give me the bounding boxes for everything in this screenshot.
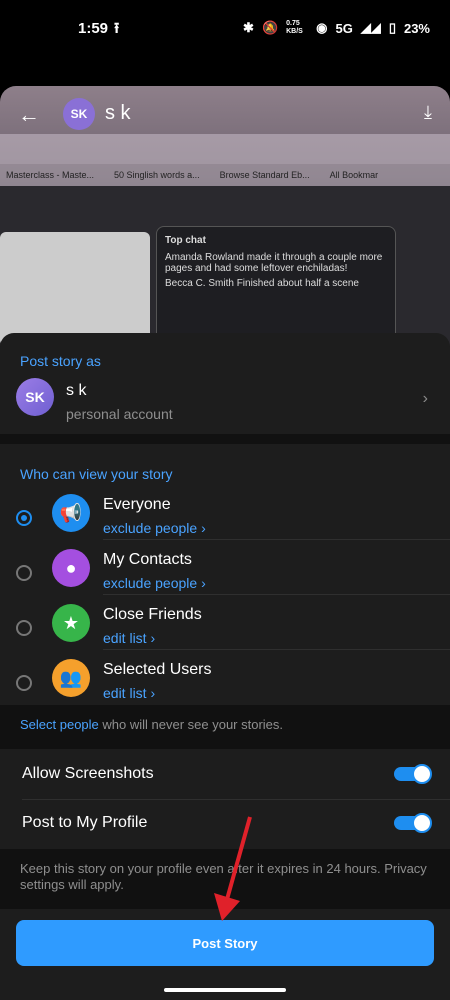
group-icon: 👥 xyxy=(52,659,90,697)
audience-title: Who can view your story xyxy=(20,466,173,482)
radio-my-contacts[interactable] xyxy=(16,565,32,581)
star-icon: ★ xyxy=(52,604,90,642)
battery-icon: ▯ xyxy=(388,20,396,35)
top-chat-title: Top chat xyxy=(165,235,206,246)
upload-icon: ⭱ xyxy=(114,20,120,37)
note-text: who will never see your stories. xyxy=(98,717,284,732)
allow-screenshots-toggle[interactable] xyxy=(394,764,432,784)
row-divider xyxy=(103,539,450,540)
chevron-right-icon: › xyxy=(422,390,428,407)
account-row[interactable]: SK s k personal account › xyxy=(0,378,450,432)
row-divider xyxy=(103,594,450,595)
section-divider xyxy=(0,434,450,444)
radio-selected-users[interactable] xyxy=(16,675,32,691)
option-label: Selected Users xyxy=(103,661,212,678)
post-story-button[interactable]: Post Story xyxy=(16,920,434,966)
top-chat-panel: Top chat Amanda Rowland made it through … xyxy=(156,226,396,346)
exclude-people-link[interactable]: exclude people › xyxy=(103,520,206,536)
status-time: 1:59 xyxy=(78,20,109,37)
avatar: SK xyxy=(63,98,95,130)
post-as-title: Post story as xyxy=(20,353,101,369)
browser-toolbar xyxy=(0,134,450,164)
avatar: SK xyxy=(16,378,54,416)
network-speed: 0.75 KB/S xyxy=(286,20,303,35)
home-indicator[interactable] xyxy=(164,988,286,992)
red-arrow-annotation xyxy=(214,816,252,921)
allow-screenshots-row[interactable]: Allow Screenshots xyxy=(0,751,450,799)
toggle-label: Post to My Profile xyxy=(22,814,148,831)
bookmark-item: Browse Standard Eb... xyxy=(219,170,310,180)
row-divider xyxy=(103,649,450,650)
exclusion-note: Select people who will never see your st… xyxy=(20,717,283,732)
radio-close-friends[interactable] xyxy=(16,620,32,636)
toggle-label: Allow Screenshots xyxy=(22,765,154,782)
bookmark-item: 50 Singlish words a... xyxy=(114,170,200,180)
mute-icon: 🔕 xyxy=(261,20,279,35)
network-type: 5G xyxy=(335,20,353,36)
hotspot-icon: ◉ xyxy=(316,20,328,35)
preview-user-name: s k xyxy=(105,102,131,124)
bookmarks-bar: Masterclass - Maste... 50 Singlish words… xyxy=(0,164,450,186)
account-type: personal account xyxy=(66,406,173,422)
bookmark-item: Masterclass - Maste... xyxy=(6,170,95,180)
option-label: Everyone xyxy=(103,496,171,513)
status-bar: 1:59 ⭱ ✱ 🔕 0.75 KB/S ◉ 5G ◢◢ ▯ 23% xyxy=(0,0,450,60)
edit-list-link[interactable]: edit list › xyxy=(103,685,155,701)
signal-icon: ◢◢ xyxy=(360,20,381,35)
post-to-profile-toggle[interactable] xyxy=(394,813,432,833)
person-icon: ● xyxy=(52,549,90,587)
exclude-people-link[interactable]: exclude people › xyxy=(103,575,206,591)
status-icons: ✱ 🔕 0.75 KB/S ◉ 5G ◢◢ ▯ 23% xyxy=(243,20,430,36)
chat-line: Amanda Rowland made it through a couple … xyxy=(165,252,383,274)
back-arrow-icon[interactable]: ← xyxy=(18,102,40,128)
battery-level: 23% xyxy=(403,20,430,36)
megaphone-icon: 📢 xyxy=(52,494,90,532)
option-label: My Contacts xyxy=(103,551,192,568)
bookmark-item: All Bookmar xyxy=(329,170,379,180)
edit-list-link[interactable]: edit list › xyxy=(103,630,155,646)
story-preview: Masterclass - Maste... 50 Singlish words… xyxy=(0,86,450,346)
radio-everyone[interactable] xyxy=(16,510,32,526)
bluetooth-icon: ✱ xyxy=(243,20,254,35)
download-icon[interactable]: ⤓ xyxy=(424,102,432,123)
preview-thumbnail xyxy=(0,232,150,346)
option-label: Close Friends xyxy=(103,606,202,623)
select-people-link[interactable]: Select people xyxy=(20,717,99,732)
chat-line: Becca C. Smith Finished about half a sce… xyxy=(165,278,359,289)
account-name: s k xyxy=(66,382,87,399)
